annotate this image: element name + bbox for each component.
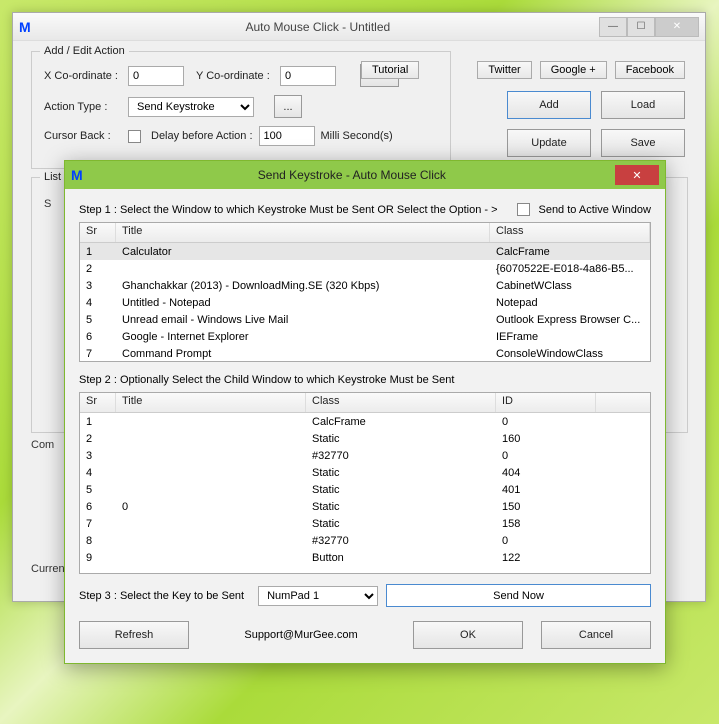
table-row[interactable]: 2Static160 bbox=[80, 430, 650, 447]
delay-unit: Milli Second(s) bbox=[321, 130, 393, 142]
refresh-button[interactable]: Refresh bbox=[79, 621, 189, 649]
table-row[interactable]: 7Command PromptConsoleWindowClass bbox=[80, 345, 650, 361]
step1-label: Step 1 : Select the Window to which Keys… bbox=[79, 204, 498, 216]
table-row[interactable]: 5Unread email - Windows Live MailOutlook… bbox=[80, 311, 650, 328]
tutorial-button[interactable]: Tutorial bbox=[361, 61, 419, 79]
dialog-titlebar[interactable]: M Send Keystroke - Auto Mouse Click ✕ bbox=[65, 161, 665, 189]
send-now-button[interactable]: Send Now bbox=[386, 584, 651, 607]
col2-id[interactable]: ID bbox=[496, 393, 596, 412]
table-row[interactable]: 7Static158 bbox=[80, 515, 650, 532]
table-row[interactable]: 6Google - Internet ExplorerIEFrame bbox=[80, 328, 650, 345]
dialog-title: Send Keystroke - Auto Mouse Click bbox=[89, 168, 615, 182]
facebook-link[interactable]: Facebook bbox=[615, 61, 685, 79]
table-row[interactable]: 60Static150 bbox=[80, 498, 650, 515]
x-coord-label: X Co-ordinate : bbox=[44, 70, 122, 82]
x-coord-input[interactable] bbox=[128, 66, 184, 86]
dialog-close-button[interactable]: ✕ bbox=[615, 165, 659, 185]
google-link[interactable]: Google + bbox=[540, 61, 607, 79]
ellipsis-button[interactable]: ... bbox=[274, 95, 302, 118]
windows-grid[interactable]: Sr Title Class 1CalculatorCalcFrame2{607… bbox=[79, 222, 651, 362]
load-button[interactable]: Load bbox=[601, 91, 685, 119]
table-row[interactable]: 3#327700 bbox=[80, 447, 650, 464]
cancel-button[interactable]: Cancel bbox=[541, 621, 651, 649]
app-icon: M bbox=[19, 19, 31, 35]
y-coord-label: Y Co-ordinate : bbox=[196, 70, 274, 82]
table-row[interactable]: 1CalcFrame0 bbox=[80, 413, 650, 430]
table-row[interactable]: 1CalculatorCalcFrame bbox=[80, 243, 650, 260]
window-title: Auto Mouse Click - Untitled bbox=[37, 20, 599, 34]
close-button[interactable]: ✕ bbox=[655, 17, 699, 37]
action-type-select[interactable]: Send Keystroke bbox=[128, 97, 254, 117]
save-button[interactable]: Save bbox=[601, 129, 685, 157]
send-keystroke-dialog: M Send Keystroke - Auto Mouse Click ✕ St… bbox=[64, 160, 666, 664]
table-row[interactable]: 4Untitled - NotepadNotepad bbox=[80, 294, 650, 311]
table-row[interactable]: 4Static404 bbox=[80, 464, 650, 481]
twitter-link[interactable]: Twitter bbox=[477, 61, 531, 79]
table-row[interactable]: 8#327700 bbox=[80, 532, 650, 549]
step2-label: Step 2 : Optionally Select the Child Win… bbox=[79, 374, 651, 386]
add-button[interactable]: Add bbox=[507, 91, 591, 119]
children-grid[interactable]: Sr Title Class ID 1CalcFrame02Static1603… bbox=[79, 392, 651, 574]
minimize-button[interactable]: — bbox=[599, 17, 627, 37]
dialog-icon: M bbox=[71, 167, 83, 183]
table-row[interactable]: 3Ghanchakkar (2013) - DownloadMing.SE (3… bbox=[80, 277, 650, 294]
cursor-back-checkbox[interactable] bbox=[128, 130, 141, 143]
ok-button[interactable]: OK bbox=[413, 621, 523, 649]
list-legend: List bbox=[40, 171, 65, 183]
col-sr[interactable]: Sr bbox=[80, 223, 116, 242]
table-row[interactable]: 2{6070522E-E018-4a86-B5... bbox=[80, 260, 650, 277]
col-title[interactable]: Title bbox=[116, 223, 490, 242]
key-select[interactable]: NumPad 1 bbox=[258, 586, 378, 606]
y-coord-input[interactable] bbox=[280, 66, 336, 86]
fieldset-legend: Add / Edit Action bbox=[40, 45, 129, 57]
update-button[interactable]: Update bbox=[507, 129, 591, 157]
table-row[interactable]: 9Button122 bbox=[80, 549, 650, 566]
action-type-label: Action Type : bbox=[44, 101, 122, 113]
support-link[interactable]: Support@MurGee.com bbox=[207, 629, 395, 641]
delay-input[interactable] bbox=[259, 126, 315, 146]
send-active-checkbox[interactable] bbox=[517, 203, 530, 216]
col2-sr[interactable]: Sr bbox=[80, 393, 116, 412]
cursor-back-label: Cursor Back : bbox=[44, 130, 122, 142]
main-titlebar[interactable]: M Auto Mouse Click - Untitled — ☐ ✕ bbox=[13, 13, 705, 41]
col2-title[interactable]: Title bbox=[116, 393, 306, 412]
col2-class[interactable]: Class bbox=[306, 393, 496, 412]
maximize-button[interactable]: ☐ bbox=[627, 17, 655, 37]
col-class[interactable]: Class bbox=[490, 223, 650, 242]
delay-label: Delay before Action : bbox=[151, 130, 253, 142]
send-active-label: Send to Active Window bbox=[538, 204, 651, 216]
main-action-buttons: Add Load Update Save bbox=[507, 91, 685, 157]
step3-label: Step 3 : Select the Key to be Sent bbox=[79, 590, 244, 602]
table-row[interactable]: 5Static401 bbox=[80, 481, 650, 498]
